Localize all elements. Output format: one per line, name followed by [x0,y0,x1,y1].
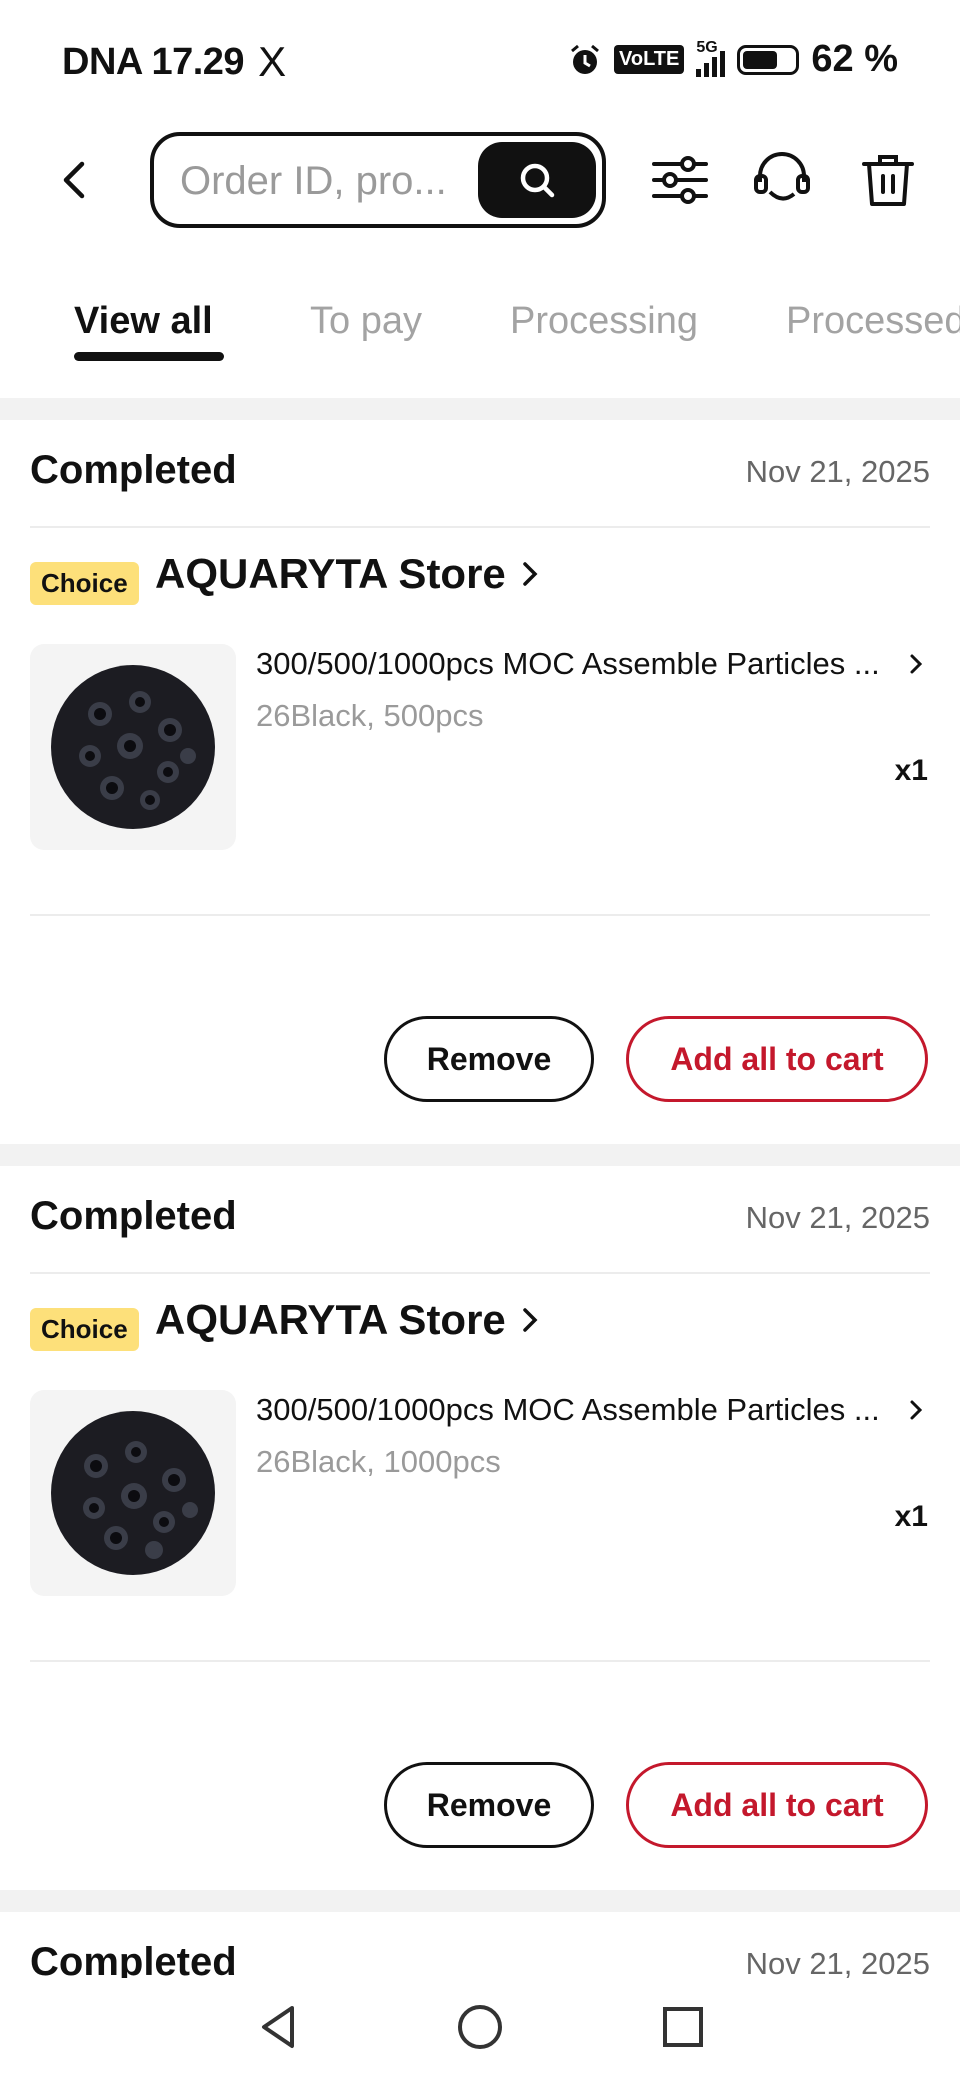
product-thumbnail-icon [51,1411,215,1575]
tab-processing[interactable]: Processing [510,300,698,343]
battery-icon [737,44,800,75]
nav-recents-icon[interactable] [658,2002,708,2052]
chevron-right-icon [523,1308,538,1332]
store-link[interactable]: AQUARYTA Store [155,1296,540,1344]
section-divider [0,1890,960,1912]
active-tab-indicator [74,352,224,361]
alarm-icon [571,44,599,74]
order-card[interactable]: Completed Nov 21, 2025 Choice AQUARYTA S… [0,420,960,1144]
search-icon [520,163,555,198]
signal-icon: 5G [696,39,726,77]
product-variant: 26Black, 1000pcs [256,1444,501,1479]
divider [30,1660,930,1662]
product-quantity: x1 [894,1500,928,1533]
tab-view-all[interactable]: View all [74,300,213,343]
product-image[interactable] [30,644,236,850]
search-button[interactable] [478,142,596,218]
battery-percent: 62 % [811,38,898,80]
remove-button[interactable]: Remove [384,1762,594,1848]
tab-to-pay[interactable]: To pay [310,300,422,343]
store-name: AQUARYTA Store [155,1296,506,1343]
section-divider [0,1144,960,1166]
x-app-icon: X [258,38,286,85]
divider [30,526,930,528]
chevron-right-icon [523,562,538,586]
product-image[interactable] [30,1390,236,1596]
choice-badge: Choice [30,1308,139,1351]
tab-processed[interactable]: Processed [786,300,960,343]
product-title[interactable]: 300/500/1000pcs MOC Assemble Particles .… [256,1392,896,1428]
volte-badge: VoLTE [614,45,685,74]
status-time: DNA 17.29 [62,40,245,83]
order-status: Completed [30,1194,237,1238]
order-date: Nov 21, 2025 [745,1200,930,1235]
add-all-to-cart-button[interactable]: Add all to cart [626,1762,928,1848]
order-card[interactable]: Completed Nov 21, 2025 [0,1912,960,1982]
customer-service-icon[interactable] [750,148,814,212]
order-date: Nov 21, 2025 [745,1946,930,1981]
back-arrow-icon[interactable] [50,154,102,206]
order-date: Nov 21, 2025 [745,454,930,489]
divider [30,1272,930,1274]
network-label: 5G [696,38,718,56]
divider [30,914,930,916]
store-name: AQUARYTA Store [155,550,506,597]
search-box[interactable] [150,132,606,228]
chevron-right-icon[interactable] [908,1398,924,1422]
trash-icon[interactable] [856,148,920,212]
order-status: Completed [30,448,237,492]
chevron-right-icon[interactable] [908,652,924,676]
search-input[interactable] [180,154,470,208]
status-bar: DNA 17.29 X VoLTE 5G 62 % [0,0,960,110]
order-status: Completed [30,1940,237,1982]
section-divider [0,398,960,420]
product-variant: 26Black, 500pcs [256,698,484,733]
remove-button[interactable]: Remove [384,1016,594,1102]
nav-home-icon[interactable] [455,2002,505,2052]
system-nav-bar [0,1978,960,2078]
product-thumbnail-icon [51,665,215,829]
nav-back-icon[interactable] [254,2002,304,2052]
add-all-to-cart-button[interactable]: Add all to cart [626,1016,928,1102]
choice-badge: Choice [30,562,139,605]
store-link[interactable]: AQUARYTA Store [155,550,540,598]
product-title[interactable]: 300/500/1000pcs MOC Assemble Particles .… [256,646,896,682]
product-quantity: x1 [894,754,928,787]
filter-icon[interactable] [648,148,712,212]
header [0,130,960,230]
order-card[interactable]: Completed Nov 21, 2025 Choice AQUARYTA S… [0,1166,960,1890]
